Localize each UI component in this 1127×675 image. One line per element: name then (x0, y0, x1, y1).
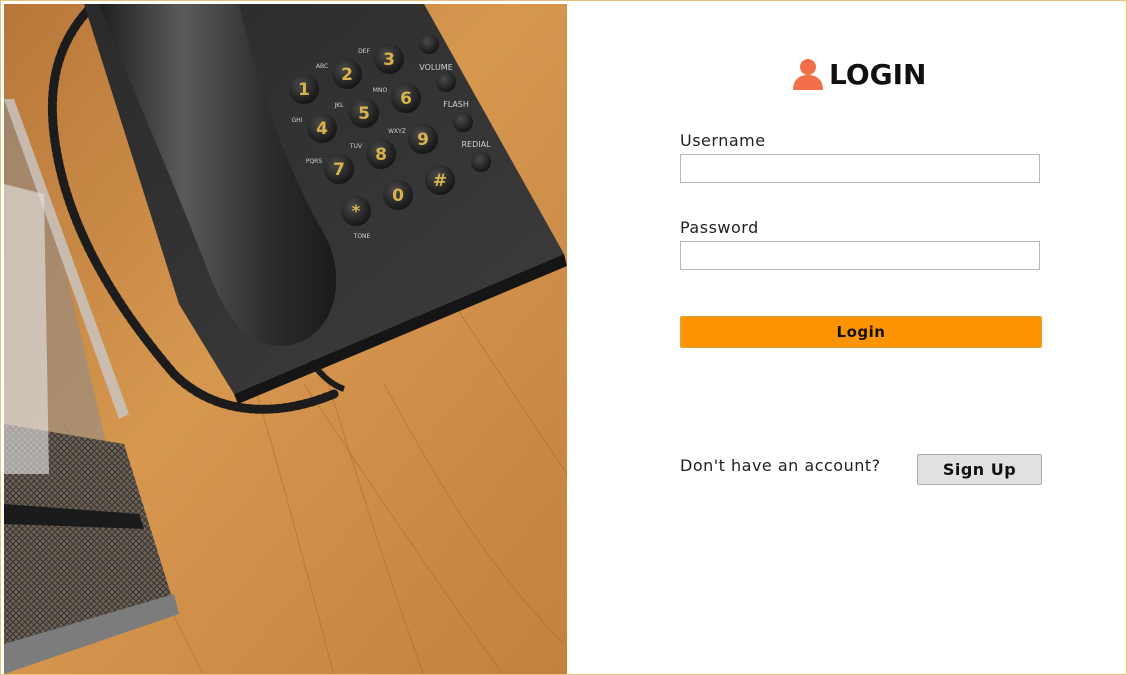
login-panel: LOGIN Username Password Login Don't have… (567, 4, 1125, 674)
svg-text:TUV: TUV (349, 143, 363, 150)
svg-text:8: 8 (375, 145, 387, 165)
sign-up-button[interactable]: Sign Up (917, 454, 1042, 485)
svg-text:JKL: JKL (333, 102, 344, 109)
svg-text:5: 5 (358, 104, 370, 124)
svg-text:#: # (433, 171, 447, 191)
svg-text:REDIAL: REDIAL (461, 140, 491, 149)
svg-text:WXYZ: WXYZ (388, 128, 406, 135)
svg-text:TONE: TONE (353, 233, 371, 240)
svg-text:*: * (352, 202, 361, 222)
page-title: LOGIN (829, 57, 927, 91)
svg-text:DEF: DEF (358, 48, 370, 55)
svg-text:3: 3 (383, 50, 395, 70)
svg-text:MNO: MNO (373, 87, 388, 94)
login-header: LOGIN (791, 56, 926, 92)
svg-text:PQRS: PQRS (306, 158, 323, 165)
svg-text:GHI: GHI (292, 117, 303, 124)
svg-text:FLASH: FLASH (443, 100, 469, 109)
desk-phone-photo: 1 2 3 4 5 6 7 8 9 * 0 # ABC DEF GHI JKL MNO (4, 4, 567, 674)
password-label: Password (680, 218, 759, 237)
svg-text:9: 9 (417, 130, 429, 150)
svg-text:6: 6 (400, 89, 412, 109)
svg-text:7: 7 (333, 160, 345, 180)
svg-text:0: 0 (392, 186, 404, 206)
login-window: 1 2 3 4 5 6 7 8 9 * 0 # ABC DEF GHI JKL MNO (0, 0, 1127, 675)
svg-text:VOLUME: VOLUME (419, 63, 453, 72)
user-icon (793, 59, 823, 90)
username-field[interactable] (680, 154, 1040, 183)
svg-text:2: 2 (341, 65, 353, 85)
password-field[interactable] (680, 241, 1040, 270)
username-label: Username (680, 131, 766, 150)
svg-text:1: 1 (298, 80, 310, 100)
svg-text:4: 4 (316, 119, 328, 139)
login-button[interactable]: Login (680, 316, 1042, 348)
no-account-text: Don't have an account? (680, 456, 881, 475)
svg-text:ABC: ABC (316, 63, 328, 70)
